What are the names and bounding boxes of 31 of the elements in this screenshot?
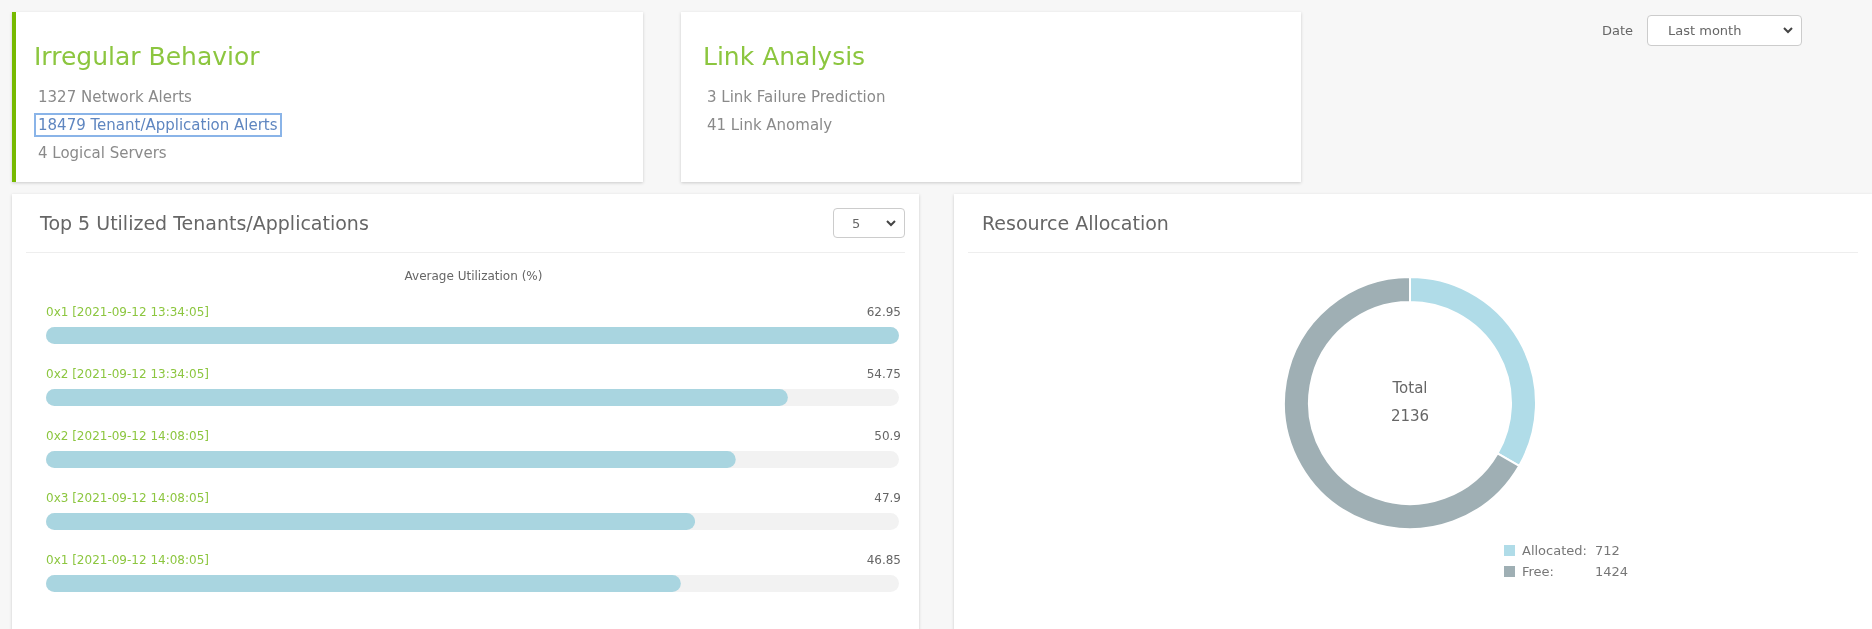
value-label: 47.9 — [874, 491, 901, 505]
panel-title: Resource Allocation — [982, 212, 1169, 234]
value-label: 46.85 — [866, 553, 901, 567]
count-select[interactable]: 5 — [833, 208, 905, 238]
caret-icon — [1783, 27, 1793, 34]
bar-label: 0x2 [2021-09-12 14:08:05] — [46, 429, 209, 443]
value-label: 54.75 — [866, 367, 901, 381]
legend-label: Free: — [1522, 564, 1555, 579]
date-label: Date — [1601, 22, 1633, 38]
donut-center-label: Total — [1392, 379, 1428, 397]
legend-value: 712 — [1595, 543, 1620, 558]
legend-label: Allocated: — [1522, 543, 1588, 558]
panel-title: Top 5 Utilized Tenants/Applications — [40, 212, 369, 234]
bar-label: 0x1 [2021-09-12 13:34:05] — [46, 305, 209, 319]
bar-label: 0x3 [2021-09-12 14:08:05] — [46, 491, 209, 505]
bar-label: 0x2 [2021-09-12 13:34:05] — [46, 367, 209, 381]
donut-center-value: 2136 — [1390, 407, 1430, 425]
alert-link[interactable]: 18479 Tenant/Application Alerts — [34, 113, 282, 137]
chart-title: Average Utilization (%) — [403, 269, 544, 283]
alert-link[interactable]: 1327 Network Alerts — [34, 85, 196, 109]
legend-value: 1424 — [1595, 564, 1629, 579]
card-title: Link Analysis — [703, 42, 866, 71]
card-title: Irregular Behavior — [34, 42, 260, 71]
value-label: 62.95 — [866, 305, 901, 319]
alert-link[interactable]: 41 Link Anomaly — [703, 113, 837, 137]
date-select[interactable]: Last month — [1647, 15, 1802, 46]
caret-icon — [886, 219, 896, 227]
value-label: 50.9 — [874, 429, 901, 443]
alert-link[interactable]: 4 Logical Servers — [34, 141, 171, 165]
alert-link[interactable]: 3 Link Failure Prediction — [703, 85, 890, 109]
bar-label: 0x1 [2021-09-12 14:08:05] — [46, 553, 209, 567]
